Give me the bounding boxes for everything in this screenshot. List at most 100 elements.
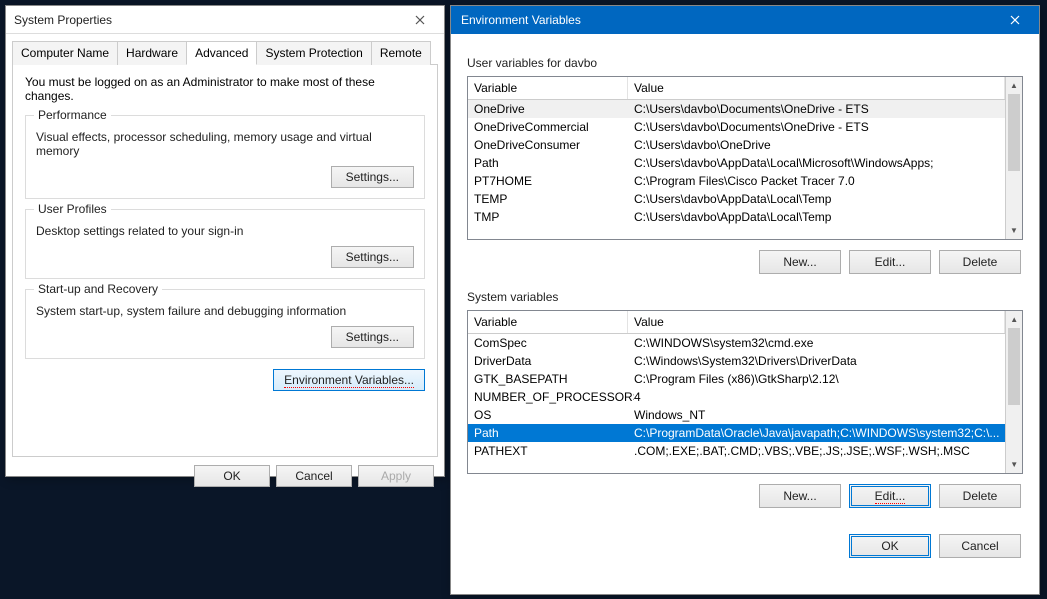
tab-computer-name[interactable]: Computer Name <box>12 41 118 65</box>
var-value: C:\Program Files\Cisco Packet Tracer 7.0 <box>634 174 999 188</box>
table-row[interactable]: GTK_BASEPATHC:\Program Files (x86)\GtkSh… <box>468 370 1005 388</box>
user-vars-scrollbar[interactable]: ▲ ▼ <box>1005 77 1022 239</box>
var-name: NUMBER_OF_PROCESSORS <box>474 390 634 404</box>
user-vars-title: User variables for davbo <box>467 56 1023 70</box>
var-name: DriverData <box>474 354 634 368</box>
startup-recovery-title: Start-up and Recovery <box>34 282 162 296</box>
envvar-dialog-buttons: OK Cancel <box>467 534 1023 558</box>
table-row[interactable]: PATHEXT.COM;.EXE;.BAT;.CMD;.VBS;.VBE;.JS… <box>468 442 1005 460</box>
sysprop-tabs: Computer NameHardwareAdvancedSystem Prot… <box>12 40 438 65</box>
var-name: PATHEXT <box>474 444 634 458</box>
var-value: .COM;.EXE;.BAT;.CMD;.VBS;.VBE;.JS;.JSE;.… <box>634 444 999 458</box>
system-vars-title: System variables <box>467 290 1023 304</box>
var-value: C:\WINDOWS\system32\cmd.exe <box>634 336 999 350</box>
tab-remote[interactable]: Remote <box>371 41 431 65</box>
user-profiles-groupbox: User Profiles Desktop settings related t… <box>25 209 425 279</box>
var-value: C:\Program Files (x86)\GtkSharp\2.12\ <box>634 372 999 386</box>
var-value: 4 <box>634 390 999 404</box>
close-icon <box>415 15 425 25</box>
sysprop-tabregion: Computer NameHardwareAdvancedSystem Prot… <box>6 34 444 457</box>
user-new-button[interactable]: New... <box>759 250 841 274</box>
var-name: GTK_BASEPATH <box>474 372 634 386</box>
envvar-titlebar: Environment Variables <box>451 6 1039 34</box>
user-vars-listbox[interactable]: Variable Value OneDriveC:\Users\davbo\Do… <box>467 76 1023 240</box>
table-row[interactable]: PathC:\ProgramData\Oracle\Java\javapath;… <box>468 424 1005 442</box>
sysprop-title: System Properties <box>14 13 400 27</box>
var-name: Path <box>474 156 634 170</box>
table-row[interactable]: PT7HOMEC:\Program Files\Cisco Packet Tra… <box>468 172 1005 190</box>
var-name: OS <box>474 408 634 422</box>
system-edit-button[interactable]: Edit... <box>849 484 931 508</box>
user-profiles-settings-button[interactable]: Settings... <box>331 246 414 268</box>
ok-button[interactable]: OK <box>849 534 931 558</box>
tab-advanced[interactable]: Advanced <box>186 41 257 65</box>
col-value[interactable]: Value <box>628 77 1005 99</box>
scroll-down-icon[interactable]: ▼ <box>1006 222 1022 239</box>
tab-advanced-body: You must be logged on as an Administrato… <box>12 65 438 457</box>
var-value: Windows_NT <box>634 408 999 422</box>
environment-variables-button[interactable]: Environment Variables... <box>273 369 425 391</box>
var-value: C:\Users\davbo\Documents\OneDrive - ETS <box>634 102 999 116</box>
scroll-up-icon[interactable]: ▲ <box>1006 77 1022 94</box>
var-value: C:\Users\davbo\Documents\OneDrive - ETS <box>634 120 999 134</box>
apply-button[interactable]: Apply <box>358 465 434 487</box>
table-row[interactable]: DriverDataC:\Windows\System32\Drivers\Dr… <box>468 352 1005 370</box>
table-row[interactable]: ComSpecC:\WINDOWS\system32\cmd.exe <box>468 334 1005 352</box>
performance-groupbox: Performance Visual effects, processor sc… <box>25 115 425 199</box>
cancel-button[interactable]: Cancel <box>276 465 352 487</box>
user-vars-buttons: New... Edit... Delete <box>467 240 1023 280</box>
var-name: OneDriveConsumer <box>474 138 634 152</box>
table-row[interactable]: TMPC:\Users\davbo\AppData\Local\Temp <box>468 208 1005 226</box>
var-name: PT7HOME <box>474 174 634 188</box>
var-value: C:\Users\davbo\AppData\Local\Temp <box>634 192 999 206</box>
tab-hardware[interactable]: Hardware <box>117 41 187 65</box>
user-edit-button[interactable]: Edit... <box>849 250 931 274</box>
table-row[interactable]: NUMBER_OF_PROCESSORS4 <box>468 388 1005 406</box>
sysprop-dialog-buttons: OK Cancel Apply <box>6 457 444 495</box>
var-name: Path <box>474 426 634 440</box>
tab-system-protection[interactable]: System Protection <box>256 41 371 65</box>
scroll-thumb[interactable] <box>1008 328 1020 405</box>
col-variable[interactable]: Variable <box>468 77 628 99</box>
var-name: ComSpec <box>474 336 634 350</box>
performance-title: Performance <box>34 108 111 122</box>
system-vars-buttons: New... Edit... Delete <box>467 474 1023 514</box>
system-vars-scrollbar[interactable]: ▲ ▼ <box>1005 311 1022 473</box>
user-profiles-title: User Profiles <box>34 202 111 216</box>
startup-recovery-settings-button[interactable]: Settings... <box>331 326 414 348</box>
performance-desc: Visual effects, processor scheduling, me… <box>36 130 414 158</box>
scroll-up-icon[interactable]: ▲ <box>1006 311 1022 328</box>
performance-settings-button[interactable]: Settings... <box>331 166 414 188</box>
var-name: TMP <box>474 210 634 224</box>
scroll-down-icon[interactable]: ▼ <box>1006 456 1022 473</box>
user-profiles-desc: Desktop settings related to your sign-in <box>36 224 414 238</box>
table-row[interactable]: PathC:\Users\davbo\AppData\Local\Microso… <box>468 154 1005 172</box>
table-row[interactable]: OSWindows_NT <box>468 406 1005 424</box>
cancel-button[interactable]: Cancel <box>939 534 1021 558</box>
table-row[interactable]: OneDriveConsumerC:\Users\davbo\OneDrive <box>468 136 1005 154</box>
user-delete-button[interactable]: Delete <box>939 250 1021 274</box>
system-delete-button[interactable]: Delete <box>939 484 1021 508</box>
close-button[interactable] <box>400 8 440 32</box>
col-value[interactable]: Value <box>628 311 1005 333</box>
scroll-thumb[interactable] <box>1008 94 1020 171</box>
system-new-button[interactable]: New... <box>759 484 841 508</box>
table-row[interactable]: OneDriveCommercialC:\Users\davbo\Documen… <box>468 118 1005 136</box>
table-row[interactable]: TEMPC:\Users\davbo\AppData\Local\Temp <box>468 190 1005 208</box>
admin-message: You must be logged on as an Administrato… <box>25 75 425 103</box>
col-variable[interactable]: Variable <box>468 311 628 333</box>
system-vars-header: Variable Value <box>468 311 1005 334</box>
var-value: C:\Users\davbo\OneDrive <box>634 138 999 152</box>
var-name: TEMP <box>474 192 634 206</box>
ok-button[interactable]: OK <box>194 465 270 487</box>
envvar-content: User variables for davbo Variable Value … <box>451 34 1039 572</box>
system-properties-dialog: System Properties Computer NameHardwareA… <box>5 5 445 477</box>
var-value: C:\Users\davbo\AppData\Local\Temp <box>634 210 999 224</box>
close-button[interactable] <box>995 8 1035 32</box>
sysprop-titlebar: System Properties <box>6 6 444 34</box>
table-row[interactable]: OneDriveC:\Users\davbo\Documents\OneDriv… <box>468 100 1005 118</box>
startup-recovery-desc: System start-up, system failure and debu… <box>36 304 414 318</box>
user-vars-header: Variable Value <box>468 77 1005 100</box>
environment-variables-dialog: Environment Variables User variables for… <box>450 5 1040 595</box>
system-vars-listbox[interactable]: Variable Value ComSpecC:\WINDOWS\system3… <box>467 310 1023 474</box>
